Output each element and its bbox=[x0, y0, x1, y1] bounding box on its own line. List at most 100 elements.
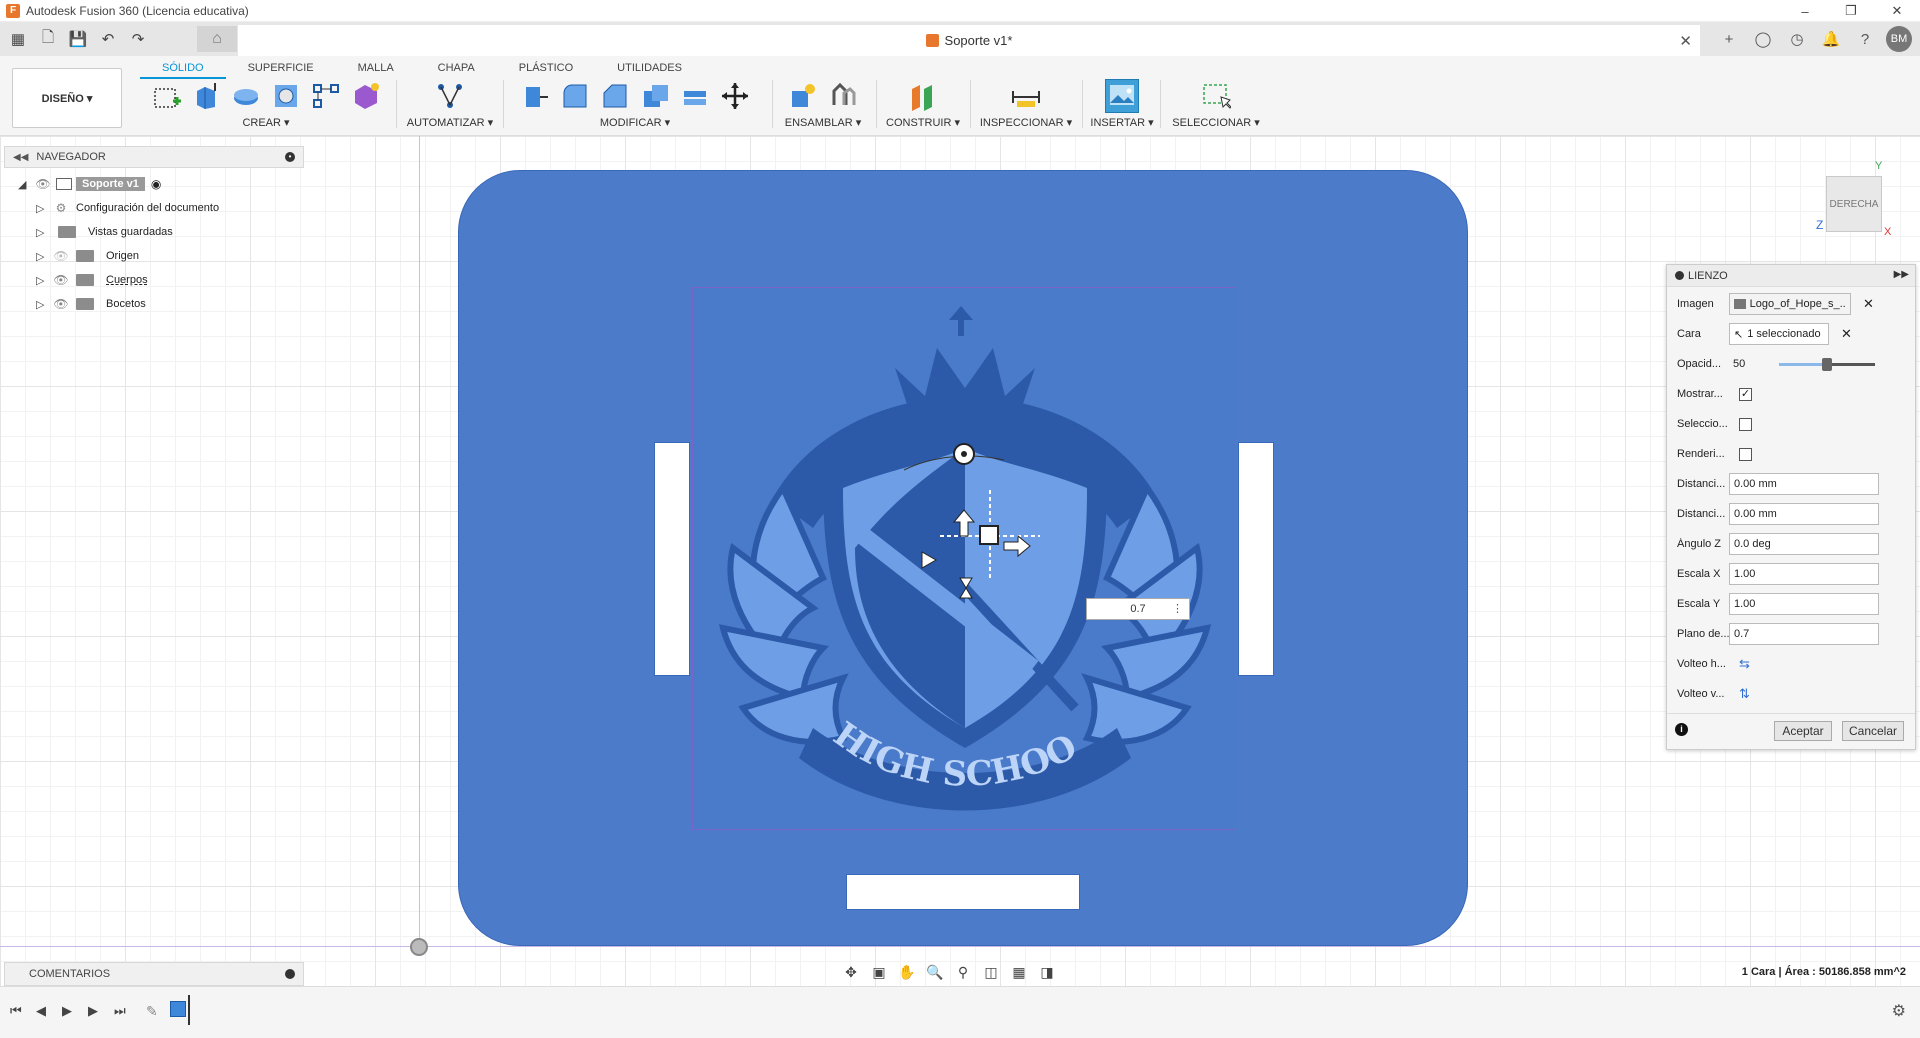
chamfer-icon[interactable] bbox=[598, 79, 632, 113]
visibility-eye-icon[interactable]: 👁 bbox=[52, 273, 70, 287]
extensions-icon[interactable]: ◯ bbox=[1750, 26, 1776, 52]
opacity-input[interactable]: 50 bbox=[1729, 353, 1765, 375]
scale-x-input[interactable]: 1.00 bbox=[1729, 563, 1879, 585]
grid-settings-icon[interactable]: ▦ bbox=[1008, 961, 1030, 983]
flip-vertical-icon[interactable]: ⇅ bbox=[1739, 686, 1750, 702]
origin-point-icon[interactable] bbox=[410, 938, 428, 956]
tree-item-config[interactable]: ▷ ⚙ Configuración del documento bbox=[18, 196, 225, 220]
play-icon[interactable]: ▶ bbox=[62, 1003, 76, 1019]
tab-utilidades[interactable]: UTILIDADES bbox=[595, 59, 704, 79]
pattern-icon[interactable] bbox=[309, 79, 343, 113]
pan-hand-icon[interactable]: ✋ bbox=[896, 961, 918, 983]
extrude-icon[interactable] bbox=[189, 79, 223, 113]
display-settings-icon[interactable]: ◫ bbox=[980, 961, 1002, 983]
help-icon[interactable]: ? bbox=[1852, 26, 1878, 52]
group-modificar-label[interactable]: MODIFICAR ▾ bbox=[600, 116, 670, 129]
timeline-extrude-feature-icon[interactable] bbox=[170, 1001, 186, 1017]
tab-plastico[interactable]: PLÁSTICO bbox=[497, 59, 595, 79]
navigator-header[interactable]: ◀◀ NAVEGADOR • bbox=[4, 146, 304, 168]
group-ensamblar-label[interactable]: ENSAMBLAR ▾ bbox=[785, 116, 861, 129]
workspace-switcher-button[interactable]: DISEÑO ▾ bbox=[12, 68, 122, 128]
dialog-collapse-icon[interactable] bbox=[1675, 271, 1684, 280]
user-avatar[interactable]: BM bbox=[1886, 26, 1912, 52]
z-angle-input[interactable]: 0.0 deg bbox=[1729, 533, 1879, 555]
hole-icon[interactable] bbox=[269, 79, 303, 113]
visibility-eye-icon[interactable]: 👁 bbox=[52, 297, 70, 311]
tree-item-bodies[interactable]: ▷ 👁 Cuerpos bbox=[18, 268, 225, 292]
visibility-eye-icon[interactable]: 👁 bbox=[34, 177, 52, 191]
go-to-start-icon[interactable]: ⏮ bbox=[10, 1003, 24, 1019]
panel-options-icon[interactable]: • bbox=[285, 152, 295, 162]
scale-y-input[interactable]: 1.00 bbox=[1729, 593, 1879, 615]
window-select-icon[interactable] bbox=[1199, 79, 1233, 113]
document-tab[interactable]: Soporte v1* ✕ bbox=[238, 25, 1700, 56]
expand-arrow-icon[interactable]: ▷ bbox=[36, 226, 52, 239]
zoom-icon[interactable]: 🔍 bbox=[924, 961, 946, 983]
group-construir-label[interactable]: CONSTRUIR ▾ bbox=[886, 116, 960, 129]
accept-button[interactable]: Aceptar bbox=[1774, 721, 1832, 741]
tree-root-item[interactable]: ◢ 👁 Soporte v1 ◉ bbox=[18, 172, 225, 196]
form-freeform-icon[interactable] bbox=[349, 79, 383, 113]
timeline-marker[interactable] bbox=[188, 995, 190, 1025]
look-at-icon[interactable]: ▣ bbox=[868, 961, 890, 983]
flip-horizontal-icon[interactable]: ⇆ bbox=[1739, 656, 1750, 672]
group-insertar-label[interactable]: INSERTAR ▾ bbox=[1090, 116, 1153, 129]
plane-depth-value-input[interactable]: 0.7 ⋮ bbox=[1086, 598, 1190, 620]
comments-panel-header[interactable]: COMENTARIOS bbox=[4, 962, 304, 986]
fit-icon[interactable]: ⚲ bbox=[952, 961, 974, 983]
offset-plane-icon[interactable] bbox=[906, 79, 940, 113]
opacity-slider-track[interactable] bbox=[1779, 358, 1875, 371]
expand-dialog-icon[interactable]: ▶▶ bbox=[1894, 269, 1909, 280]
group-seleccionar-label[interactable]: SELECCIONAR ▾ bbox=[1172, 116, 1259, 129]
tab-solido[interactable]: SÓLIDO bbox=[140, 59, 226, 79]
hidden-eye-icon[interactable]: 👁 bbox=[52, 249, 70, 263]
tree-item-sketches[interactable]: ▷ 👁 Bocetos bbox=[18, 292, 225, 316]
new-tab-plus-icon[interactable]: + bbox=[1716, 26, 1742, 52]
tab-superficie[interactable]: SUPERFICIE bbox=[226, 59, 336, 79]
tab-malla[interactable]: MALLA bbox=[336, 59, 416, 79]
distance-y-input[interactable]: 0.00 mm bbox=[1729, 503, 1879, 525]
undo-icon[interactable]: ↶ bbox=[96, 27, 120, 51]
clear-face-x-icon[interactable]: ✕ bbox=[1841, 326, 1852, 342]
minimize-icon[interactable]: – bbox=[1782, 0, 1828, 22]
opacity-slider-thumb[interactable] bbox=[1822, 358, 1832, 371]
tree-item-origin[interactable]: ▷ 👁 Origen bbox=[18, 244, 225, 268]
fillet-icon[interactable] bbox=[558, 79, 592, 113]
step-back-icon[interactable]: ◀ bbox=[36, 1003, 50, 1019]
group-automatizar-label[interactable]: AUTOMATIZAR ▾ bbox=[407, 116, 493, 129]
canvas-dialog-header[interactable]: LIENZO ▶▶ bbox=[1667, 265, 1915, 287]
cancel-button[interactable]: Cancelar bbox=[1842, 721, 1904, 741]
restore-icon[interactable]: ❐ bbox=[1828, 0, 1874, 22]
close-window-icon[interactable]: ✕ bbox=[1874, 0, 1920, 22]
face-select-field[interactable]: ↖ 1 seleccionado bbox=[1729, 323, 1829, 345]
expand-arrow-icon[interactable]: ▷ bbox=[36, 250, 52, 263]
step-forward-icon[interactable]: ▶ bbox=[88, 1003, 102, 1019]
show-through-checkbox[interactable]: ✓ bbox=[1739, 387, 1752, 401]
expand-arrow-icon[interactable]: ▷ bbox=[36, 274, 52, 287]
notifications-bell-icon[interactable]: 🔔 bbox=[1818, 26, 1844, 52]
shell-icon[interactable] bbox=[638, 79, 672, 113]
revolve-icon[interactable] bbox=[229, 79, 263, 113]
orbit-icon[interactable]: ✥ bbox=[840, 961, 862, 983]
move-copy-icon[interactable] bbox=[718, 79, 752, 113]
timeline-settings-gear-icon[interactable]: ⚙ bbox=[1892, 1001, 1906, 1021]
tab-chapa[interactable]: CHAPA bbox=[416, 59, 497, 79]
comments-add-icon[interactable] bbox=[285, 969, 295, 979]
clear-image-x-icon[interactable]: ✕ bbox=[1863, 296, 1874, 312]
measure-icon[interactable] bbox=[1009, 79, 1043, 113]
activate-radio-icon[interactable]: ◉ bbox=[151, 177, 161, 191]
group-inspeccionar-label[interactable]: INSPECCIONAR ▾ bbox=[980, 116, 1072, 129]
view-cube[interactable]: DERECHA bbox=[1826, 176, 1882, 232]
image-select-field[interactable]: Logo_of_Hope_s_... bbox=[1729, 293, 1851, 315]
timeline-sketch-feature-icon[interactable]: ✎ bbox=[146, 1003, 158, 1020]
selectable-checkbox[interactable] bbox=[1739, 417, 1752, 431]
save-icon[interactable]: 💾 bbox=[66, 27, 90, 51]
plane-depth-input[interactable]: 0.7 bbox=[1729, 623, 1879, 645]
job-status-icon[interactable]: ◷ bbox=[1784, 26, 1810, 52]
info-icon[interactable]: i bbox=[1675, 723, 1688, 736]
more-options-icon[interactable]: ⋮ bbox=[1172, 602, 1183, 615]
expand-triangle-icon[interactable]: ◢ bbox=[18, 178, 34, 191]
combine-icon[interactable] bbox=[678, 79, 712, 113]
expand-arrow-icon[interactable]: ▷ bbox=[36, 298, 52, 311]
press-pull-icon[interactable] bbox=[518, 79, 552, 113]
